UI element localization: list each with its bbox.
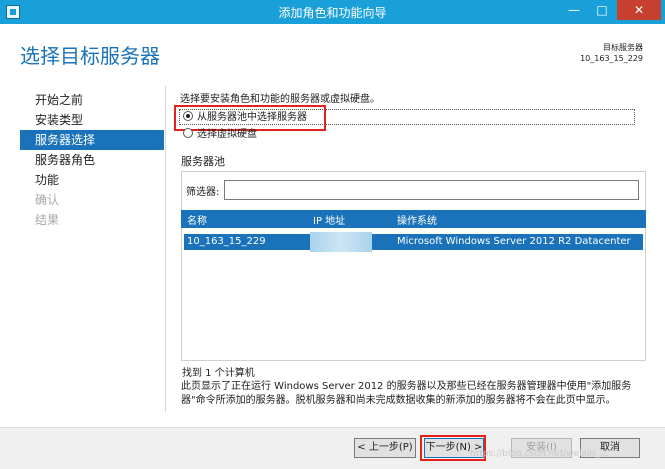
server-pool-label: 服务器池 (181, 155, 225, 168)
option-label: 选择虚拟硬盘 (197, 129, 257, 140)
column-header-ip[interactable]: IP 地址 (313, 212, 345, 227)
server-table-header: 名称 IP 地址 操作系统 (181, 210, 646, 228)
option-select-vhd[interactable]: 选择虚拟硬盘 (183, 128, 257, 142)
nav-step-server-selection[interactable]: 服务器选择 (20, 130, 164, 150)
title-bar: 添加角色和功能向导 — □ ✕ (0, 0, 665, 24)
maximize-button[interactable]: □ (589, 0, 615, 20)
nav-step-server-roles[interactable]: 服务器角色 (20, 150, 164, 170)
nav-step-features[interactable]: 功能 (20, 170, 164, 190)
table-row[interactable]: 10_163_15_229 Microsoft Windows Server 2… (184, 232, 643, 252)
nav-divider (165, 86, 166, 412)
close-button[interactable]: ✕ (617, 0, 661, 20)
wizard-step-nav: 开始之前 安装类型 服务器选择 服务器角色 功能 确认 结果 (20, 90, 164, 230)
minimize-button[interactable]: — (561, 0, 587, 20)
previous-button[interactable]: < 上一步(P) (354, 438, 416, 458)
nav-step-results: 结果 (35, 213, 60, 227)
nav-step-before-you-begin[interactable]: 开始之前 (20, 90, 164, 110)
column-header-os[interactable]: 操作系统 (397, 212, 437, 227)
column-header-name[interactable]: 名称 (187, 212, 207, 227)
cell-ip-redacted (310, 232, 372, 252)
nav-step-confirmation: 确认 (35, 193, 60, 207)
filter-input[interactable] (224, 180, 639, 200)
nav-step-installation-type[interactable]: 安装类型 (20, 110, 164, 130)
filter-label: 筛选器: (186, 187, 220, 198)
radio-unselected-icon[interactable] (183, 128, 193, 138)
target-server-info: 目标服务器 10_163_15_229 (580, 42, 643, 64)
info-text: 此页显示了正在运行 Windows Server 2012 的服务器以及那些已经… (181, 381, 632, 406)
page-description: 选择要安装角色和功能的服务器或虚拟硬盘。 (180, 94, 380, 105)
page-title: 选择目标服务器 (20, 44, 160, 68)
target-server-label: 目标服务器 (603, 43, 643, 52)
target-server-name: 10_163_15_229 (580, 54, 643, 63)
watermark-text: https://blog.csdn.net/weixin_... (470, 449, 609, 459)
cell-os: Microsoft Windows Server 2012 R2 Datacen… (397, 236, 631, 247)
found-count: 找到 1 个计算机 (182, 368, 255, 379)
cell-name: 10_163_15_229 (187, 236, 266, 247)
